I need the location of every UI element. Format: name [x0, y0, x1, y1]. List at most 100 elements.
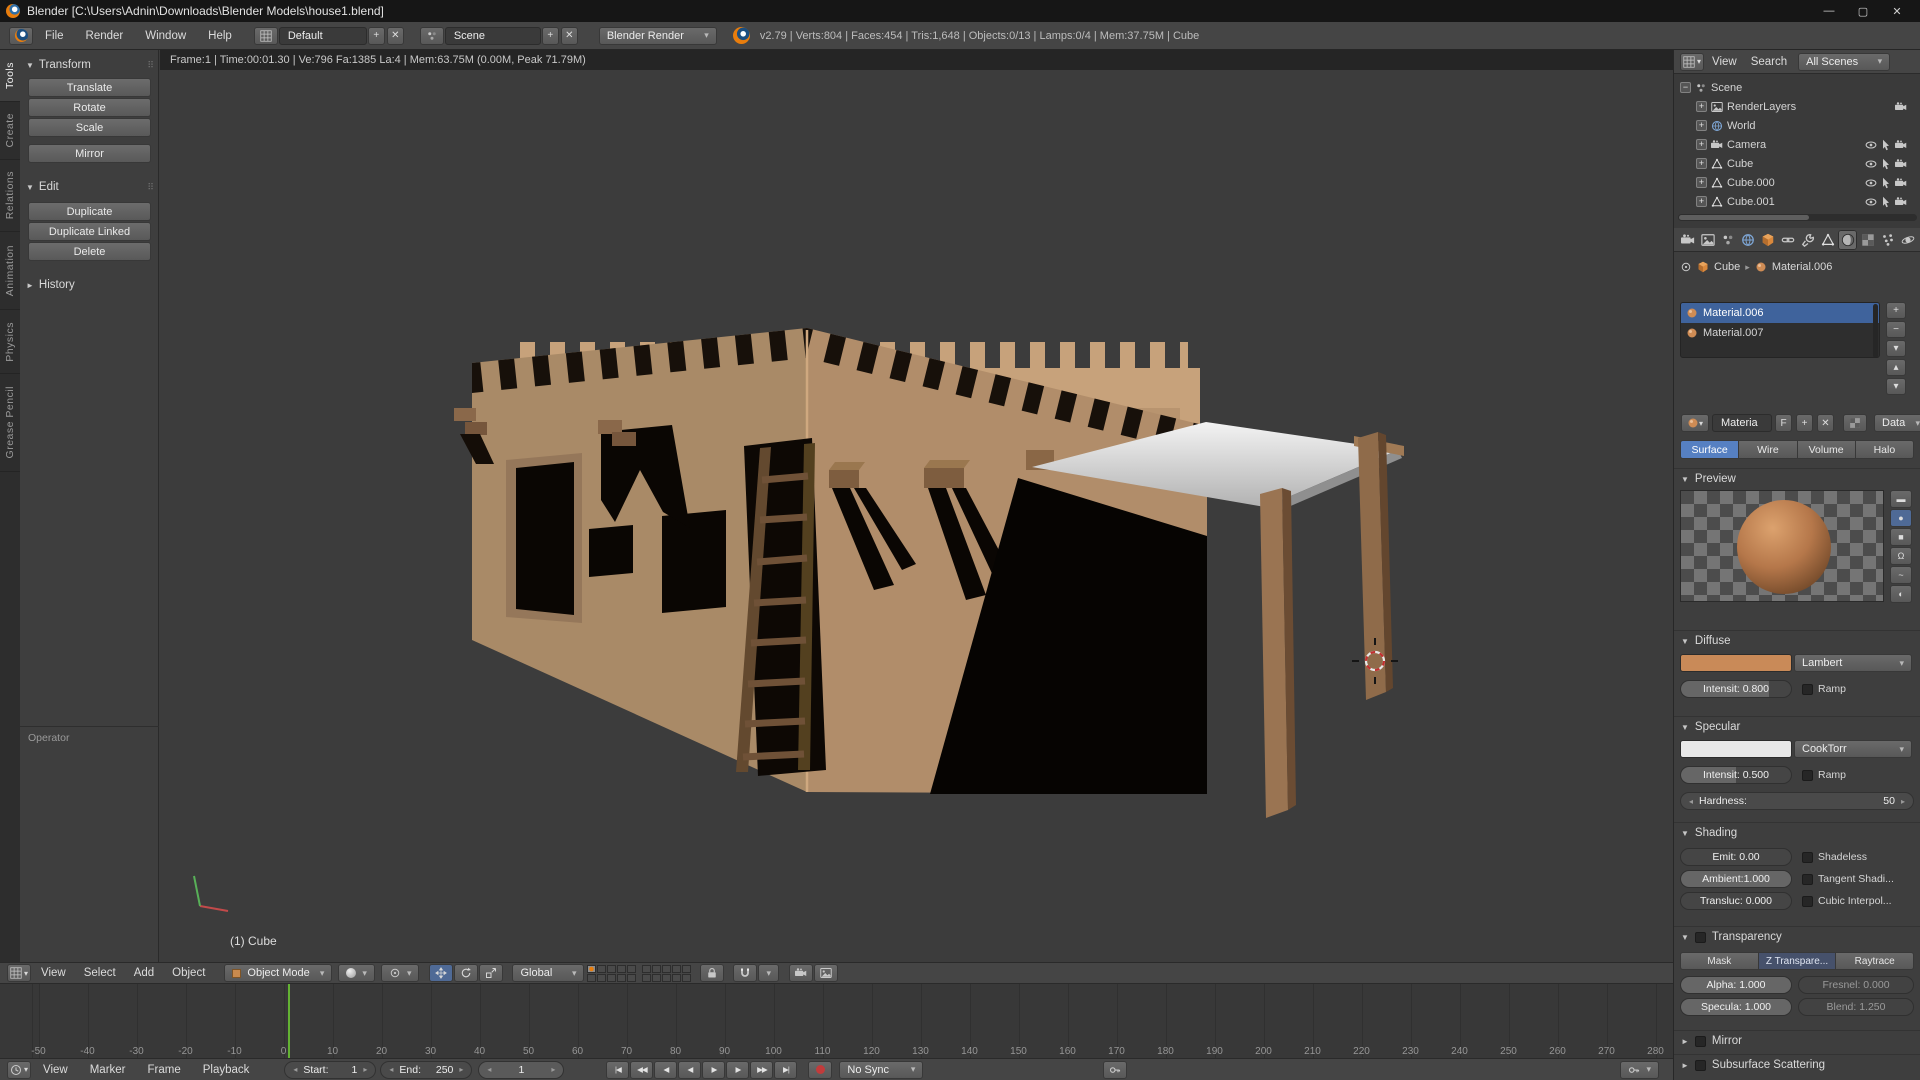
- orientation-dropdown[interactable]: Global▾: [512, 964, 584, 982]
- opengl-render-anim-button[interactable]: [814, 964, 838, 982]
- layer-toggle[interactable]: [642, 974, 651, 982]
- emit-slider[interactable]: Emit: 0.00: [1680, 848, 1792, 866]
- diffuse-ramp-toggle[interactable]: Ramp: [1802, 683, 1846, 695]
- frame-start-field[interactable]: ◂ Start: 1 ▸: [284, 1061, 376, 1079]
- timeline-menu-view[interactable]: View: [32, 1064, 79, 1076]
- layer-toggle[interactable]: [587, 974, 596, 982]
- material-name-field[interactable]: Materia: [1712, 414, 1772, 432]
- selectability-toggle-icon[interactable]: [1880, 177, 1892, 189]
- frame-end-field[interactable]: ◂ End: 250 ▸: [380, 1061, 472, 1079]
- collapse-icon[interactable]: −: [1680, 82, 1691, 93]
- opengl-render-image-button[interactable]: [789, 964, 813, 982]
- shelf-tab-create[interactable]: Create: [0, 102, 20, 160]
- transport-button[interactable]: ◀: [654, 1061, 677, 1079]
- fake-user-button[interactable]: F: [1775, 414, 1792, 432]
- transport-button[interactable]: ▶: [726, 1061, 749, 1079]
- viewport-menu-object[interactable]: Object: [163, 967, 214, 979]
- outliner-item-renderlayers[interactable]: + RenderLayers: [1696, 97, 1915, 116]
- transport-button[interactable]: ▶|: [774, 1061, 797, 1079]
- expand-icon[interactable]: +: [1696, 101, 1707, 112]
- 3d-viewport[interactable]: Frame:1 | Time:00:01.30 | Ve:796 Fa:1385…: [160, 50, 1673, 962]
- preview-monkey-button[interactable]: Ω: [1890, 547, 1912, 565]
- diffuse-color-swatch[interactable]: [1680, 654, 1792, 672]
- outliner-menu-view[interactable]: View: [1705, 56, 1744, 68]
- transport-button[interactable]: ▶▶: [750, 1061, 773, 1079]
- minimize-button[interactable]: —: [1812, 5, 1846, 18]
- timeline-menu-frame[interactable]: Frame: [137, 1064, 192, 1076]
- delete-button[interactable]: Delete: [28, 242, 151, 261]
- timeline-menu-playback[interactable]: Playback: [192, 1064, 261, 1076]
- outliner-item-cube[interactable]: + Cube: [1696, 154, 1915, 173]
- breadcrumb-object[interactable]: Cube: [1714, 261, 1740, 273]
- layer-toggle[interactable]: [652, 965, 661, 973]
- preview-world-button[interactable]: ◐: [1890, 585, 1912, 603]
- tangent-shading-toggle[interactable]: Tangent Shadi...: [1802, 873, 1894, 885]
- render-engine-dropdown[interactable]: Blender Render▾: [599, 27, 717, 45]
- expand-icon[interactable]: +: [1696, 120, 1707, 131]
- slot-specials-button[interactable]: ▾: [1886, 340, 1906, 357]
- record-button[interactable]: [808, 1061, 832, 1079]
- tab-particles[interactable]: [1878, 230, 1897, 250]
- layer-toggle[interactable]: [587, 965, 596, 973]
- outliner-item-scene[interactable]: − Scene: [1680, 78, 1915, 97]
- new-material-button[interactable]: +: [1796, 414, 1813, 432]
- layer-toggle[interactable]: [662, 965, 671, 973]
- screen-layout-browse-button[interactable]: [254, 27, 278, 45]
- editor-type-button[interactable]: ▾: [1680, 53, 1704, 71]
- visibility-toggle-icon[interactable]: [1865, 139, 1877, 151]
- adobe-house[interactable]: [454, 328, 1404, 818]
- type-surface[interactable]: Surface: [1680, 440, 1739, 459]
- specular-color-swatch[interactable]: [1680, 740, 1792, 758]
- specular-intensity-slider[interactable]: Intensit: 0.500: [1680, 766, 1792, 784]
- outliner-item-cube-000[interactable]: + Cube.000: [1696, 173, 1915, 192]
- house-model[interactable]: [160, 70, 1673, 962]
- expand-icon[interactable]: +: [1696, 196, 1707, 207]
- panel-grip-icon[interactable]: ⠿: [147, 182, 153, 193]
- outliner-item-world[interactable]: + World: [1696, 116, 1915, 135]
- transport-button[interactable]: ▶: [702, 1061, 725, 1079]
- layer-toggle[interactable]: [627, 965, 636, 973]
- editor-type-button[interactable]: ▾: [7, 964, 31, 982]
- duplicate-linked-button[interactable]: Duplicate Linked: [28, 222, 151, 241]
- alpha-slider[interactable]: Alpha: 1.000: [1680, 976, 1792, 994]
- render-toggle-icon[interactable]: [1895, 196, 1907, 208]
- scale-manipulator-button[interactable]: [479, 964, 503, 982]
- shadeless-toggle[interactable]: Shadeless: [1802, 851, 1867, 863]
- viewport-menu-select[interactable]: Select: [75, 967, 125, 979]
- layer-toggle[interactable]: [672, 965, 681, 973]
- type-wire[interactable]: Wire: [1739, 440, 1797, 459]
- cubic-interpolation-toggle[interactable]: Cubic Interpol...: [1802, 895, 1892, 907]
- outliner-item-camera[interactable]: + Camera: [1696, 135, 1915, 154]
- outliner-menu-search[interactable]: Search: [1744, 56, 1794, 68]
- rotate-manipulator-button[interactable]: [454, 964, 478, 982]
- transport-button[interactable]: ◀: [678, 1061, 701, 1079]
- layer-toggle[interactable]: [672, 974, 681, 982]
- layer-toggle[interactable]: [597, 974, 606, 982]
- selectability-toggle-icon[interactable]: [1880, 139, 1892, 151]
- tab-physics[interactable]: [1898, 230, 1917, 250]
- translate-manipulator-button[interactable]: [429, 964, 453, 982]
- transform-panel-header[interactable]: ▼ Transform ⠿: [26, 56, 153, 74]
- shading-panel-header[interactable]: ▼Shading: [1674, 823, 1920, 843]
- shelf-tab-animation[interactable]: Animation: [0, 232, 20, 310]
- tab-constraints[interactable]: [1778, 230, 1797, 250]
- move-slot-down-button[interactable]: ▾: [1886, 378, 1906, 395]
- material-slot[interactable]: Material.007: [1681, 323, 1879, 343]
- scene-browse-button[interactable]: [420, 27, 444, 45]
- viewport-menu-view[interactable]: View: [32, 967, 75, 979]
- lock-to-scene-button[interactable]: [700, 964, 724, 982]
- transparency-panel-header[interactable]: ▼ Transparency: [1674, 927, 1920, 947]
- layer-toggle[interactable]: [617, 965, 626, 973]
- sss-enable-checkbox[interactable]: [1695, 1060, 1706, 1071]
- preview-flat-button[interactable]: ▬: [1890, 490, 1912, 508]
- layer-toggle[interactable]: [627, 974, 636, 982]
- transport-button[interactable]: |◀: [606, 1061, 629, 1079]
- shading-dropdown[interactable]: ▾: [338, 964, 375, 982]
- duplicate-button[interactable]: Duplicate: [28, 202, 151, 221]
- layer-toggle[interactable]: [607, 974, 616, 982]
- transport-button[interactable]: ◀◀: [630, 1061, 653, 1079]
- hardness-field[interactable]: ◂ Hardness: 50 ▸: [1680, 792, 1914, 810]
- mirror-enable-checkbox[interactable]: [1695, 1036, 1706, 1047]
- snap-toggle-button[interactable]: [733, 964, 757, 982]
- preview-panel-header[interactable]: ▼Preview: [1674, 469, 1920, 489]
